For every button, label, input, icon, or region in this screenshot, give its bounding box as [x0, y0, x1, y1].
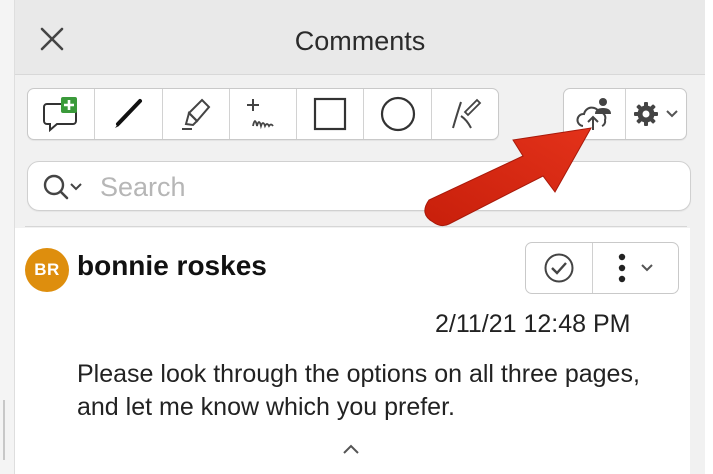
- collapse-button[interactable]: [338, 440, 364, 460]
- gear-icon: [634, 102, 658, 126]
- freehand-text-icon: [246, 99, 274, 130]
- signature-pen-icon: [451, 98, 482, 129]
- search-icon: [43, 174, 82, 200]
- comment-text: Please look through the options on all t…: [77, 360, 640, 421]
- search-input[interactable]: [98, 168, 662, 206]
- comments-panel: Comments Search BR bonnie roskes 2/11/21…: [15, 0, 705, 474]
- pen-tool-button[interactable]: [95, 89, 163, 139]
- avatar: BR: [25, 248, 69, 292]
- share-button[interactable]: [564, 89, 626, 139]
- add-comment-button[interactable]: [28, 89, 96, 139]
- freehand-tool-button[interactable]: [230, 89, 298, 139]
- cloud-share-icon: [576, 98, 611, 130]
- resolve-button[interactable]: [526, 243, 593, 293]
- rectangle-icon: [314, 97, 347, 131]
- signature-tool-button[interactable]: [432, 89, 498, 139]
- comment-author: bonnie roskes: [77, 250, 267, 281]
- ellipse-icon: [380, 96, 415, 132]
- more-options-button[interactable]: [593, 243, 678, 293]
- rectangle-tool-button[interactable]: [297, 89, 365, 139]
- window-right-edge: [705, 0, 713, 474]
- panel-title: Comments: [294, 26, 426, 56]
- divider: [25, 226, 687, 227]
- checkmark-circle-icon: [544, 253, 574, 283]
- panel-header: Comments: [15, 0, 705, 75]
- search-options-button[interactable]: [42, 172, 98, 202]
- pen-icon: [115, 99, 143, 128]
- ellipse-tool-button[interactable]: [364, 89, 432, 139]
- comment-timestamp: 2/11/21 12:48 PM: [435, 310, 631, 338]
- vertical-ellipsis-icon: [618, 253, 625, 283]
- window-left-edge: [0, 0, 15, 474]
- edge-mark: [3, 400, 5, 460]
- annotation-toolbar: [27, 88, 499, 140]
- share-settings-toolbar: [563, 88, 687, 140]
- search-box: [27, 161, 691, 211]
- highlighter-tool-button[interactable]: [163, 89, 230, 139]
- speech-bubble-plus-icon: [43, 97, 78, 132]
- settings-menu-button[interactable]: [626, 89, 686, 139]
- comment-card[interactable]: BR bonnie roskes 2/11/21 12:48 PM Please…: [15, 228, 690, 474]
- chevron-down-icon: [640, 264, 653, 272]
- chevron-down-icon: [666, 110, 678, 118]
- comment-actions: [525, 242, 679, 294]
- chevron-up-icon: [343, 444, 359, 454]
- highlighter-icon: [181, 98, 211, 130]
